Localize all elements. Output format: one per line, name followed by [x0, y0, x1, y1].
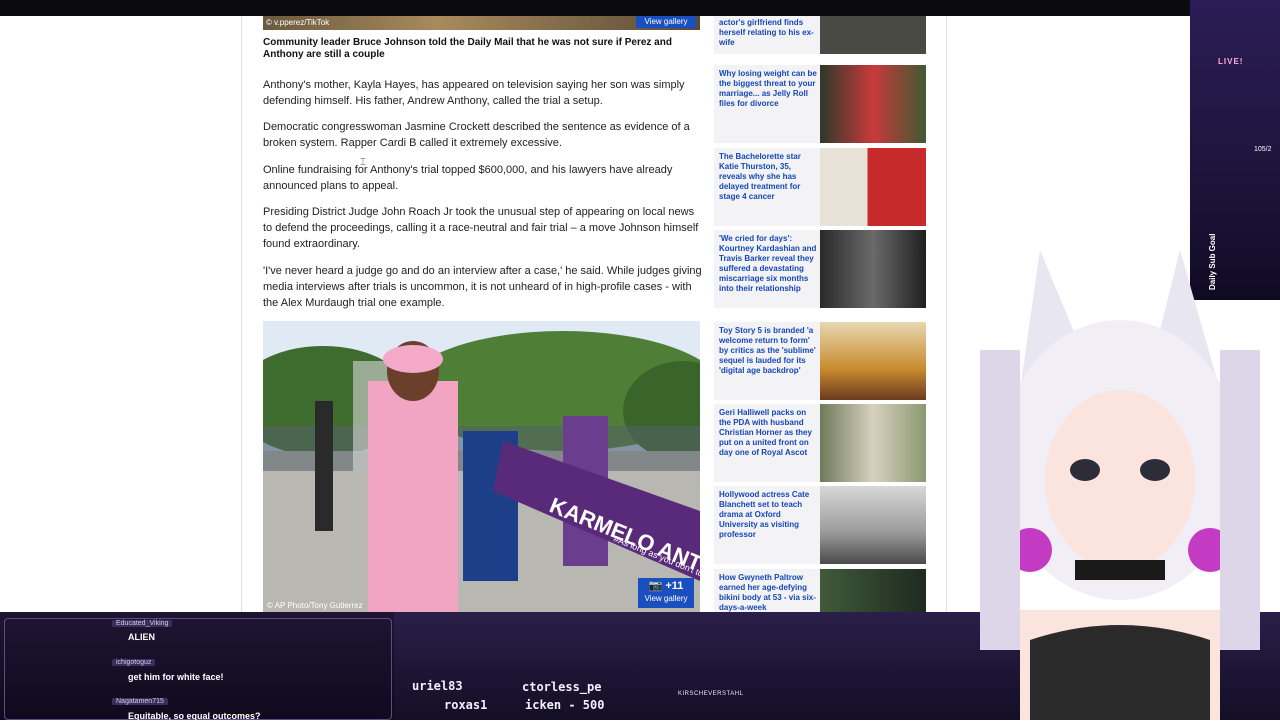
- sidebar-story[interactable]: 'We cried for days': Kourtney Kardashian…: [714, 230, 926, 308]
- ticker-name: roxas1: [444, 698, 488, 712]
- article-paragraph: Democratic congresswoman Jasmine Crocket…: [263, 121, 690, 149]
- channel-name: KIRSCHEVERSTAHL: [678, 691, 744, 697]
- chat-username: Educated_Viking: [112, 620, 173, 627]
- chat-username: ichigotoguz: [112, 659, 156, 666]
- sidebar-story-headline: How Gwyneth Paltrow earned her age-defyi…: [719, 573, 816, 612]
- left-column-rule: [241, 16, 242, 612]
- article-paragraph: Anthony's mother, Kayla Hayes, has appea…: [263, 79, 685, 107]
- sidebar-story[interactable]: The Bachelorette star Katie Thurston, 35…: [714, 148, 926, 226]
- top-view-gallery-button[interactable]: View gallery: [636, 16, 696, 28]
- article-paragraph: Online fundraising for Anthony's trial t…: [263, 164, 673, 192]
- top-image-credit: © v.pperez/TikTok: [266, 18, 330, 27]
- sidebar-story-thumbnail: [820, 16, 926, 54]
- live-label: LIVE!: [1218, 57, 1244, 66]
- chat-frame: [4, 618, 392, 720]
- right-column-rule: [946, 16, 947, 612]
- sidebar-story[interactable]: Toy Story 5 is branded 'a welcome return…: [714, 322, 926, 400]
- sidebar-story-headline: Toy Story 5 is branded 'a welcome return…: [719, 326, 816, 375]
- article-paragraph: 'I've never heard a judge go and do an i…: [263, 265, 702, 309]
- article-photo[interactable]: KARMELO ANTHONY #As long as you don't to…: [263, 321, 700, 612]
- sidebar-story-thumbnail: [820, 569, 926, 612]
- ticker-name: uriel83: [412, 679, 463, 693]
- photo-count: +11: [665, 580, 684, 592]
- sidebar-story-headline: Hollywood actress Cate Blanchett set to …: [719, 490, 810, 539]
- sidebar-story-thumbnail: [820, 486, 926, 564]
- sidebar-story-thumbnail: [820, 404, 926, 482]
- ticker-name: ctorless_pe: [522, 680, 602, 694]
- chat-message: get him for white face!: [128, 672, 224, 682]
- mouse-cursor-icon: ⌶: [360, 157, 366, 168]
- sidebar-story[interactable]: actor's girlfriend finds herself relatin…: [714, 16, 926, 54]
- sub-goal-count: 105/2: [1254, 146, 1272, 153]
- chat-message: ALIEN: [128, 632, 155, 642]
- sidebar-story-thumbnail: [820, 322, 926, 400]
- chat-username: Nagatamen715: [112, 698, 168, 705]
- ticker-name: icken - 500: [525, 698, 605, 712]
- photo-view-gallery-button[interactable]: 📷 +11 View gallery: [638, 578, 694, 608]
- top-bar: [0, 0, 1280, 16]
- sidebar-story-headline: Why losing weight can be the biggest thr…: [719, 69, 817, 108]
- sidebar-story-thumbnail: [820, 230, 926, 308]
- sidebar-story[interactable]: Geri Halliwell packs on the PDA with hus…: [714, 404, 926, 482]
- image-caption: Community leader Bruce Johnson told the …: [263, 37, 672, 60]
- sidebar-story[interactable]: Hollywood actress Cate Blanchett set to …: [714, 486, 926, 564]
- vtuber-avatar: [960, 230, 1280, 720]
- sidebar-story-thumbnail: [820, 148, 926, 226]
- sidebar-story-headline: actor's girlfriend finds herself relatin…: [719, 18, 814, 47]
- view-gallery-label: View gallery: [644, 594, 688, 603]
- camera-icon: 📷 +11: [648, 580, 684, 592]
- sidebar-story-headline: Geri Halliwell packs on the PDA with hus…: [719, 408, 812, 457]
- sidebar-story-headline: The Bachelorette star Katie Thurston, 35…: [719, 152, 801, 201]
- sidebar-story-headline: 'We cried for days': Kourtney Kardashian…: [719, 234, 817, 293]
- sidebar-story[interactable]: Why losing weight can be the biggest thr…: [714, 65, 926, 143]
- article-paragraph: Presiding District Judge John Roach Jr t…: [263, 206, 699, 250]
- photo-credit: © AP Photo/Tony Gutierrez: [267, 601, 363, 610]
- sidebar-story[interactable]: How Gwyneth Paltrow earned her age-defyi…: [714, 569, 926, 612]
- sidebar-story-thumbnail: [820, 65, 926, 143]
